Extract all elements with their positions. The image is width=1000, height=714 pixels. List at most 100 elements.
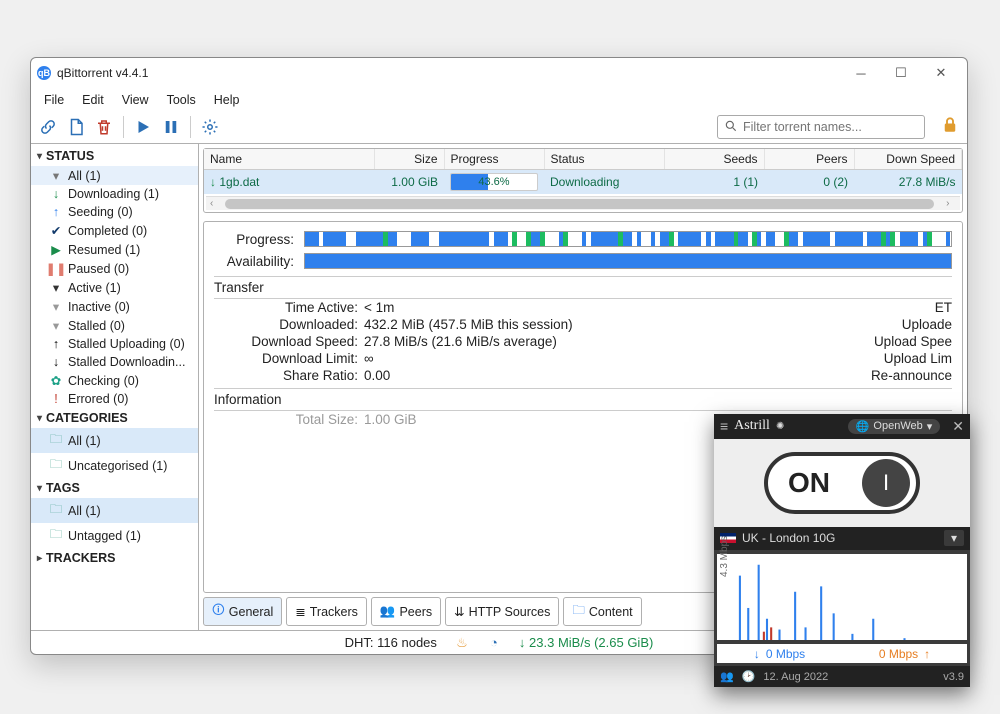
col-name[interactable]: Name xyxy=(204,149,374,170)
sidebar-status-downloading[interactable]: ↓Downloading (1) xyxy=(31,185,198,203)
tab-general[interactable]: 🛈General xyxy=(203,597,282,626)
status-dl: ↓ 23.3 MiB/s (2.65 GiB) xyxy=(519,635,653,650)
vpn-titlebar: ≡ Astrill✺ 🌐OpenWeb ▾ ✕ xyxy=(714,414,970,439)
tab-content[interactable]: 🗀Content xyxy=(563,597,641,626)
window-title: qBittorrent v4.4.1 xyxy=(57,66,841,80)
sidebar-head-categories[interactable]: ▾CATEGORIES xyxy=(31,408,198,428)
toggle-knob: I xyxy=(862,459,910,507)
vpn-mode[interactable]: 🌐OpenWeb ▾ xyxy=(848,419,941,434)
down-arrow-icon: ↓ xyxy=(210,175,216,189)
sidebar-tag-all[interactable]: 🗀All (1) xyxy=(31,498,198,523)
add-link-icon[interactable] xyxy=(39,118,57,136)
cell-progress: 43.6% xyxy=(444,170,544,195)
sidebar-status-errored[interactable]: !Errored (0) xyxy=(31,390,198,408)
menu-help[interactable]: Help xyxy=(207,90,247,110)
tab-trackers[interactable]: ≣Trackers xyxy=(286,597,367,626)
chevron-down-icon[interactable]: ▾ xyxy=(944,530,964,546)
menu-edit[interactable]: Edit xyxy=(75,90,111,110)
sidebar-head-trackers[interactable]: ▸TRACKERS xyxy=(31,548,198,568)
funnel-icon: ▾ xyxy=(49,318,63,333)
menu-tools[interactable]: Tools xyxy=(160,90,203,110)
sidebar-status-stalled-downloading[interactable]: ↓Stalled Downloadin... xyxy=(31,353,198,371)
sidebar-status-stalled[interactable]: ▾Stalled (0) xyxy=(31,316,198,335)
sidebar-status-checking[interactable]: ✿Checking (0) xyxy=(31,371,198,390)
toolbar-separator xyxy=(190,116,191,138)
speed-limit-icon[interactable]: ◔ xyxy=(487,636,501,650)
vpn-rates: ↓0 Mbps 0 Mbps↑ xyxy=(717,644,967,663)
sidebar-cat-uncategorised[interactable]: 🗀Uncategorised (1) xyxy=(31,453,198,478)
sidebar-cat-all[interactable]: 🗀All (1) xyxy=(31,428,198,453)
down-arrow-icon: ↓ xyxy=(519,635,526,650)
close-icon[interactable]: ✕ xyxy=(952,418,964,435)
sidebar-tag-untagged[interactable]: 🗀Untagged (1) xyxy=(31,523,198,548)
add-file-icon[interactable] xyxy=(67,118,85,136)
search-input[interactable] xyxy=(743,120,918,134)
vpn-dl-rate: ↓0 Mbps xyxy=(717,644,842,663)
horizontal-scrollbar[interactable]: ‹› xyxy=(206,196,960,210)
maximize-button[interactable]: ☐ xyxy=(881,59,921,87)
col-status[interactable]: Status xyxy=(544,149,664,170)
vpn-footer: 👥 🕑 12. Aug 2022 v3.9 xyxy=(714,666,970,687)
app-icon: qB xyxy=(37,66,51,80)
sidebar-status-seeding[interactable]: ↑Seeding (0) xyxy=(31,203,198,221)
cell-dspeed: 27.8 MiB/s xyxy=(854,170,962,195)
col-progress[interactable]: Progress xyxy=(444,149,544,170)
info-icon: 🛈 xyxy=(212,601,225,622)
settings-icon[interactable] xyxy=(201,118,219,136)
hamburger-icon[interactable]: ≡ xyxy=(720,418,728,434)
minimize-button[interactable]: ─ xyxy=(841,59,881,87)
search-box[interactable] xyxy=(717,115,925,139)
col-dspeed[interactable]: Down Speed xyxy=(854,149,962,170)
vpn-graph: 4.3 Mbps xyxy=(717,554,967,640)
resume-icon[interactable] xyxy=(134,118,152,136)
vpn-server-row[interactable]: UK - London 10G ▾ xyxy=(714,527,970,550)
transfer-head: Transfer xyxy=(214,276,952,299)
tab-peers[interactable]: 👥Peers xyxy=(371,597,441,626)
lock-icon[interactable] xyxy=(941,116,959,139)
close-button[interactable]: ✕ xyxy=(921,59,961,87)
vpn-date: 12. Aug 2022 xyxy=(763,671,828,683)
star-icon: ✺ xyxy=(776,421,784,432)
chevron-down-icon: ▾ xyxy=(37,483,42,494)
funnel-icon: ▾ xyxy=(49,168,63,183)
search-icon xyxy=(724,119,738,136)
col-seeds[interactable]: Seeds xyxy=(664,149,764,170)
check-icon: ✔ xyxy=(49,223,63,238)
availability-label: Availability: xyxy=(214,254,294,269)
sidebar-status-inactive[interactable]: ▾Inactive (0) xyxy=(31,297,198,316)
sidebar-head-status[interactable]: ▾STATUS xyxy=(31,146,198,166)
pause-icon[interactable] xyxy=(162,118,180,136)
menu-file[interactable]: File xyxy=(37,90,71,110)
flame-icon[interactable]: ♨ xyxy=(455,636,469,650)
menu-view[interactable]: View xyxy=(115,90,156,110)
sidebar-head-tags[interactable]: ▾TAGS xyxy=(31,478,198,498)
folder-icon: 🗀 xyxy=(49,500,63,521)
up-arrow-icon: ↑ xyxy=(49,205,63,219)
up-arrow-icon: ↑ xyxy=(924,647,930,661)
sidebar-status-stalled-uploading[interactable]: ↑Stalled Uploading (0) xyxy=(31,335,198,353)
users-icon[interactable]: 👥 xyxy=(720,670,734,683)
sidebar-status-resumed[interactable]: ▶Resumed (1) xyxy=(31,240,198,259)
torrent-list-panel: Name Size Progress Status Seeds Peers Do… xyxy=(203,148,963,213)
astrill-widget: ≡ Astrill✺ 🌐OpenWeb ▾ ✕ ON I UK - London… xyxy=(714,414,970,687)
torrent-row[interactable]: ↓ 1gb.dat 1.00 GiB 43.6% Downloading 1 (… xyxy=(204,170,962,195)
vpn-version: v3.9 xyxy=(943,671,964,683)
chevron-down-icon: ▾ xyxy=(37,413,42,424)
tab-http[interactable]: ⇊HTTP Sources xyxy=(445,597,559,626)
sidebar-status-completed[interactable]: ✔Completed (0) xyxy=(31,221,198,240)
col-peers[interactable]: Peers xyxy=(764,149,854,170)
vpn-toggle[interactable]: ON I xyxy=(764,452,920,514)
availability-strip xyxy=(304,253,952,269)
sidebar-status-active[interactable]: ▾Active (1) xyxy=(31,278,198,297)
sidebar-status-all[interactable]: ▾All (1) xyxy=(31,166,198,185)
down-arrow-icon: ↓ xyxy=(754,647,760,661)
funnel-icon: ▾ xyxy=(49,280,63,295)
sidebar: ▾STATUS ▾All (1) ↓Downloading (1) ↑Seedi… xyxy=(31,144,199,630)
clock-icon: 🕑 xyxy=(742,670,756,683)
delete-icon[interactable] xyxy=(95,118,113,136)
http-icon: ⇊ xyxy=(454,604,464,619)
peers-icon: 👥 xyxy=(380,604,396,619)
sidebar-status-paused[interactable]: ❚❚Paused (0) xyxy=(31,259,198,278)
titlebar: qB qBittorrent v4.4.1 ─ ☐ ✕ xyxy=(31,58,967,88)
col-size[interactable]: Size xyxy=(374,149,444,170)
